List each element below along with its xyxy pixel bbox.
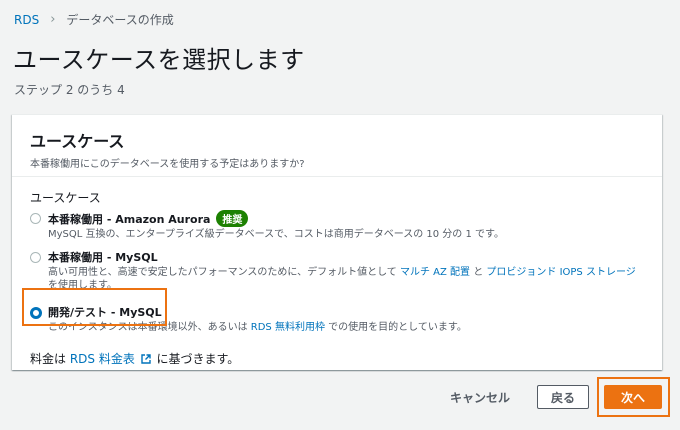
rds-pricing-link[interactable]: RDS 料金表 [70,352,135,366]
next-button[interactable]: 次へ [604,385,662,409]
pricing-note: 料金は RDS 料金表 に基づきます。 [30,350,644,367]
back-button[interactable]: 戻る [537,385,589,409]
provisioned-iops-link[interactable]: プロビジョンド IOPS ストレージ [486,267,635,278]
recommended-badge: 推奨 [216,210,249,227]
panel-body: ユースケース 本番稼働用 - Amazon Aurora 推奨 MySQL 互換… [12,177,662,367]
panel-header: ユースケース 本番稼働用にこのデータベースを使用する予定はありますか? [12,115,662,177]
panel-description: 本番稼働用にこのデータベースを使用する予定はありますか? [30,159,305,170]
option-title: 本番稼働用 - MySQL [48,251,158,264]
step-indicator: ステップ 2 のうち 4 [14,83,125,97]
chevron-right-icon: › [50,12,56,27]
pricing-prefix: 料金は [30,352,70,366]
external-link-icon[interactable] [140,354,151,364]
panel-title: ユースケース [30,132,125,151]
option-description: MySQL 互換の、エンタープライズ級データベースで、コストは商用データベースの… [48,229,505,240]
radio-mysql-production[interactable] [30,252,41,263]
use-case-field-label: ユースケース [30,191,101,205]
page-title: ユースケースを選択します [13,46,305,74]
desc-text: と [470,267,487,278]
use-case-panel: ユースケース 本番稼働用にこのデータベースを使用する予定はありますか? ユースケ… [12,114,662,370]
cancel-button[interactable]: キャンセル [440,385,520,409]
multi-az-link[interactable]: マルチ AZ 配置 [400,267,470,278]
option-title: 本番稼働用 - Amazon Aurora [48,212,211,226]
option-aurora-production[interactable]: 本番稼働用 - Amazon Aurora 推奨 MySQL 互換の、エンタープ… [30,210,644,241]
option-mysql-production[interactable]: 本番稼働用 - MySQL 高い可用性と、高速で安定したパフォーマンスのために、… [30,249,644,292]
breadcrumb-rds-link[interactable]: RDS [14,13,39,27]
desc-text: での使用を目的としています。 [324,322,467,333]
rds-free-tier-link[interactable]: RDS 無料利用枠 [251,322,325,333]
breadcrumb-current: データベースの作成 [66,13,174,27]
breadcrumb: RDS › データベースの作成 [14,11,174,28]
selection-highlight [22,288,167,326]
radio-aurora-production[interactable] [30,213,41,224]
pricing-suffix: に基づきます。 [152,352,240,366]
desc-text: 高い可用性と、高速で安定したパフォーマンスのために、デフォルト値として [48,267,400,278]
